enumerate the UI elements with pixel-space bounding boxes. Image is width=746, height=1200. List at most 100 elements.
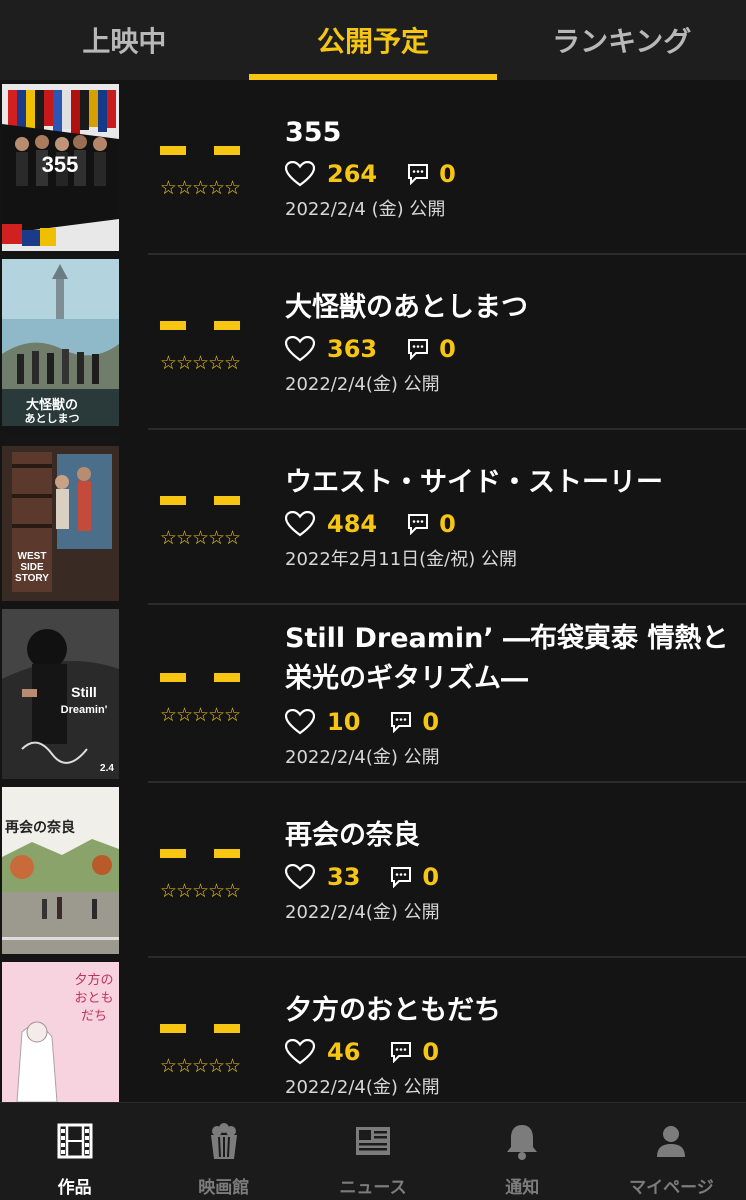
star-rating: ☆☆☆☆☆: [159, 177, 241, 199]
movie-poster[interactable]: Still Dreamin' 2.4: [2, 609, 119, 779]
bell-icon: [507, 1125, 538, 1160]
rating-block: ☆☆☆☆☆: [148, 430, 252, 605]
heart-icon[interactable]: [285, 864, 315, 890]
bottom-nav: 作品 映画館 ニュース 通知 マイページ: [0, 1102, 746, 1200]
score-placeholder: [160, 672, 240, 682]
movie-poster[interactable]: 再会の奈良: [2, 787, 119, 954]
film-icon: [57, 1123, 93, 1159]
movie-info: ウエスト・サイド・ストーリー 484 0 2022年2月11日(金/祝) 公開: [285, 430, 736, 605]
movie-list[interactable]: 355 ☆☆☆☆☆ 355 264 0 2022/2/4 (金) 公開 大怪獣の…: [0, 80, 746, 1102]
release-date: 2022/2/4(金) 公開: [285, 1077, 440, 1098]
movie-title[interactable]: 再会の奈良: [285, 817, 736, 854]
svg-text:WEST: WEST: [18, 551, 47, 562]
movie-stats: 46 0: [285, 1035, 736, 1069]
movie-row[interactable]: 大怪獣の あとしまつ ☆☆☆☆☆ 大怪獣のあとしまつ 363 0 2022/2/…: [0, 255, 746, 430]
movie-stats: 33 0: [285, 860, 736, 894]
movie-row[interactable]: 夕方の おとも だち ☆☆☆☆☆ 夕方のおともだち 46 0 2022/2/4(…: [0, 958, 746, 1102]
star-rating: ☆☆☆☆☆: [159, 527, 241, 549]
like-count: 484: [327, 510, 378, 538]
comment-icon[interactable]: [407, 513, 429, 535]
movie-info: 大怪獣のあとしまつ 363 0 2022/2/4(金) 公開: [285, 255, 736, 430]
movie-title[interactable]: 355: [285, 114, 736, 151]
nav-label: ニュース: [339, 1178, 407, 1198]
score-placeholder: [160, 321, 240, 330]
heart-icon[interactable]: [285, 1039, 315, 1065]
comment-count: 0: [422, 1038, 440, 1066]
movie-title[interactable]: 夕方のおともだち: [285, 992, 736, 1029]
like-count: 264: [327, 160, 378, 188]
score-placeholder: [160, 496, 240, 505]
movie-title[interactable]: 大怪獣のあとしまつ: [285, 289, 736, 326]
movie-row[interactable]: Still Dreamin' 2.4 ☆☆☆☆☆ Still Dreamin’ …: [0, 605, 746, 783]
svg-text:355: 355: [42, 152, 79, 177]
movie-info: 355 264 0 2022/2/4 (金) 公開: [285, 80, 736, 255]
rating-block: ☆☆☆☆☆: [148, 605, 252, 783]
movie-stats: 10 0: [285, 705, 736, 739]
nav-works[interactable]: 作品: [0, 1103, 149, 1200]
movie-poster[interactable]: 夕方の おとも だち: [2, 962, 119, 1102]
like-count: 46: [327, 1038, 361, 1066]
heart-icon[interactable]: [285, 511, 315, 537]
movie-info: 再会の奈良 33 0 2022/2/4(金) 公開: [285, 783, 736, 958]
score-placeholder: [160, 1024, 240, 1033]
comment-icon[interactable]: [390, 711, 412, 733]
like-count: 33: [327, 863, 361, 891]
release-date: 2022/2/4(金) 公開: [285, 374, 440, 395]
movie-row[interactable]: 再会の奈良 ☆☆☆☆☆ 再会の奈良 33 0 2022/2/4(金) 公開: [0, 783, 746, 958]
nav-notifications[interactable]: 通知: [448, 1103, 597, 1200]
popcorn-icon: [210, 1123, 237, 1159]
nav-label: マイページ: [629, 1178, 714, 1198]
movie-poster[interactable]: 355: [2, 84, 119, 251]
svg-text:STORY: STORY: [15, 573, 49, 584]
svg-text:あとしまつ: あとしまつ: [25, 412, 80, 425]
rating-block: ☆☆☆☆☆: [148, 255, 252, 430]
like-count: 363: [327, 335, 378, 363]
release-date: 2022年2月11日(金/祝) 公開: [285, 549, 517, 570]
newspaper-icon: [356, 1127, 390, 1155]
movie-info: 夕方のおともだち 46 0 2022/2/4(金) 公開: [285, 958, 736, 1102]
heart-icon[interactable]: [285, 161, 315, 187]
release-date: 2022/2/4(金) 公開: [285, 902, 440, 923]
svg-text:SIDE: SIDE: [20, 562, 44, 573]
movie-poster[interactable]: WEST SIDE STORY: [2, 434, 119, 601]
nav-theaters[interactable]: 映画館: [149, 1103, 298, 1200]
nav-news[interactable]: ニュース: [298, 1103, 447, 1200]
movie-stats: 264 0: [285, 157, 736, 191]
comment-icon[interactable]: [390, 866, 412, 888]
svg-text:再会の奈良: 再会の奈良: [5, 819, 75, 836]
nav-mypage[interactable]: マイページ: [597, 1103, 746, 1200]
comment-icon[interactable]: [390, 1041, 412, 1063]
top-tab-bar: 上映中 公開予定 ランキング: [0, 0, 746, 80]
movie-info: Still Dreamin’ ―布袋寅泰 情熱と栄光のギタリズム― 10 0 2…: [285, 605, 736, 783]
rating-block: ☆☆☆☆☆: [148, 783, 252, 958]
tab-coming-soon[interactable]: 公開予定: [248, 0, 498, 80]
nav-label: 通知: [505, 1178, 540, 1198]
movie-poster[interactable]: 大怪獣の あとしまつ: [2, 259, 119, 426]
movie-stats: 484 0: [285, 507, 736, 541]
movie-row[interactable]: WEST SIDE STORY ☆☆☆☆☆ ウエスト・サイド・ストーリー 484…: [0, 430, 746, 605]
movie-title[interactable]: Still Dreamin’ ―布袋寅泰 情熱と栄光のギタリズム―: [285, 619, 736, 699]
comment-count: 0: [422, 863, 440, 891]
release-date: 2022/2/4(金) 公開: [285, 747, 440, 768]
comment-count: 0: [439, 510, 456, 538]
comment-icon[interactable]: [407, 163, 429, 185]
star-rating: ☆☆☆☆☆: [159, 352, 241, 374]
comment-icon[interactable]: [407, 338, 429, 360]
svg-text:おとも: おとも: [74, 990, 113, 1005]
rating-block: ☆☆☆☆☆: [148, 958, 252, 1102]
tab-ranking[interactable]: ランキング: [497, 0, 746, 80]
person-icon: [657, 1126, 686, 1157]
like-count: 10: [327, 708, 361, 736]
heart-icon[interactable]: [285, 336, 315, 362]
comment-count: 0: [439, 160, 456, 188]
star-rating: ☆☆☆☆☆: [159, 880, 241, 902]
heart-icon[interactable]: [285, 709, 315, 735]
nav-label: 映画館: [198, 1178, 250, 1198]
svg-text:Still: Still: [71, 684, 97, 700]
movie-title[interactable]: ウエスト・サイド・ストーリー: [285, 464, 736, 501]
comment-count: 0: [422, 708, 440, 736]
tab-now-showing[interactable]: 上映中: [0, 0, 249, 80]
svg-text:だち: だち: [81, 1008, 107, 1023]
svg-text:大怪獣の: 大怪獣の: [26, 397, 78, 412]
movie-row[interactable]: 355 ☆☆☆☆☆ 355 264 0 2022/2/4 (金) 公開: [0, 80, 746, 255]
